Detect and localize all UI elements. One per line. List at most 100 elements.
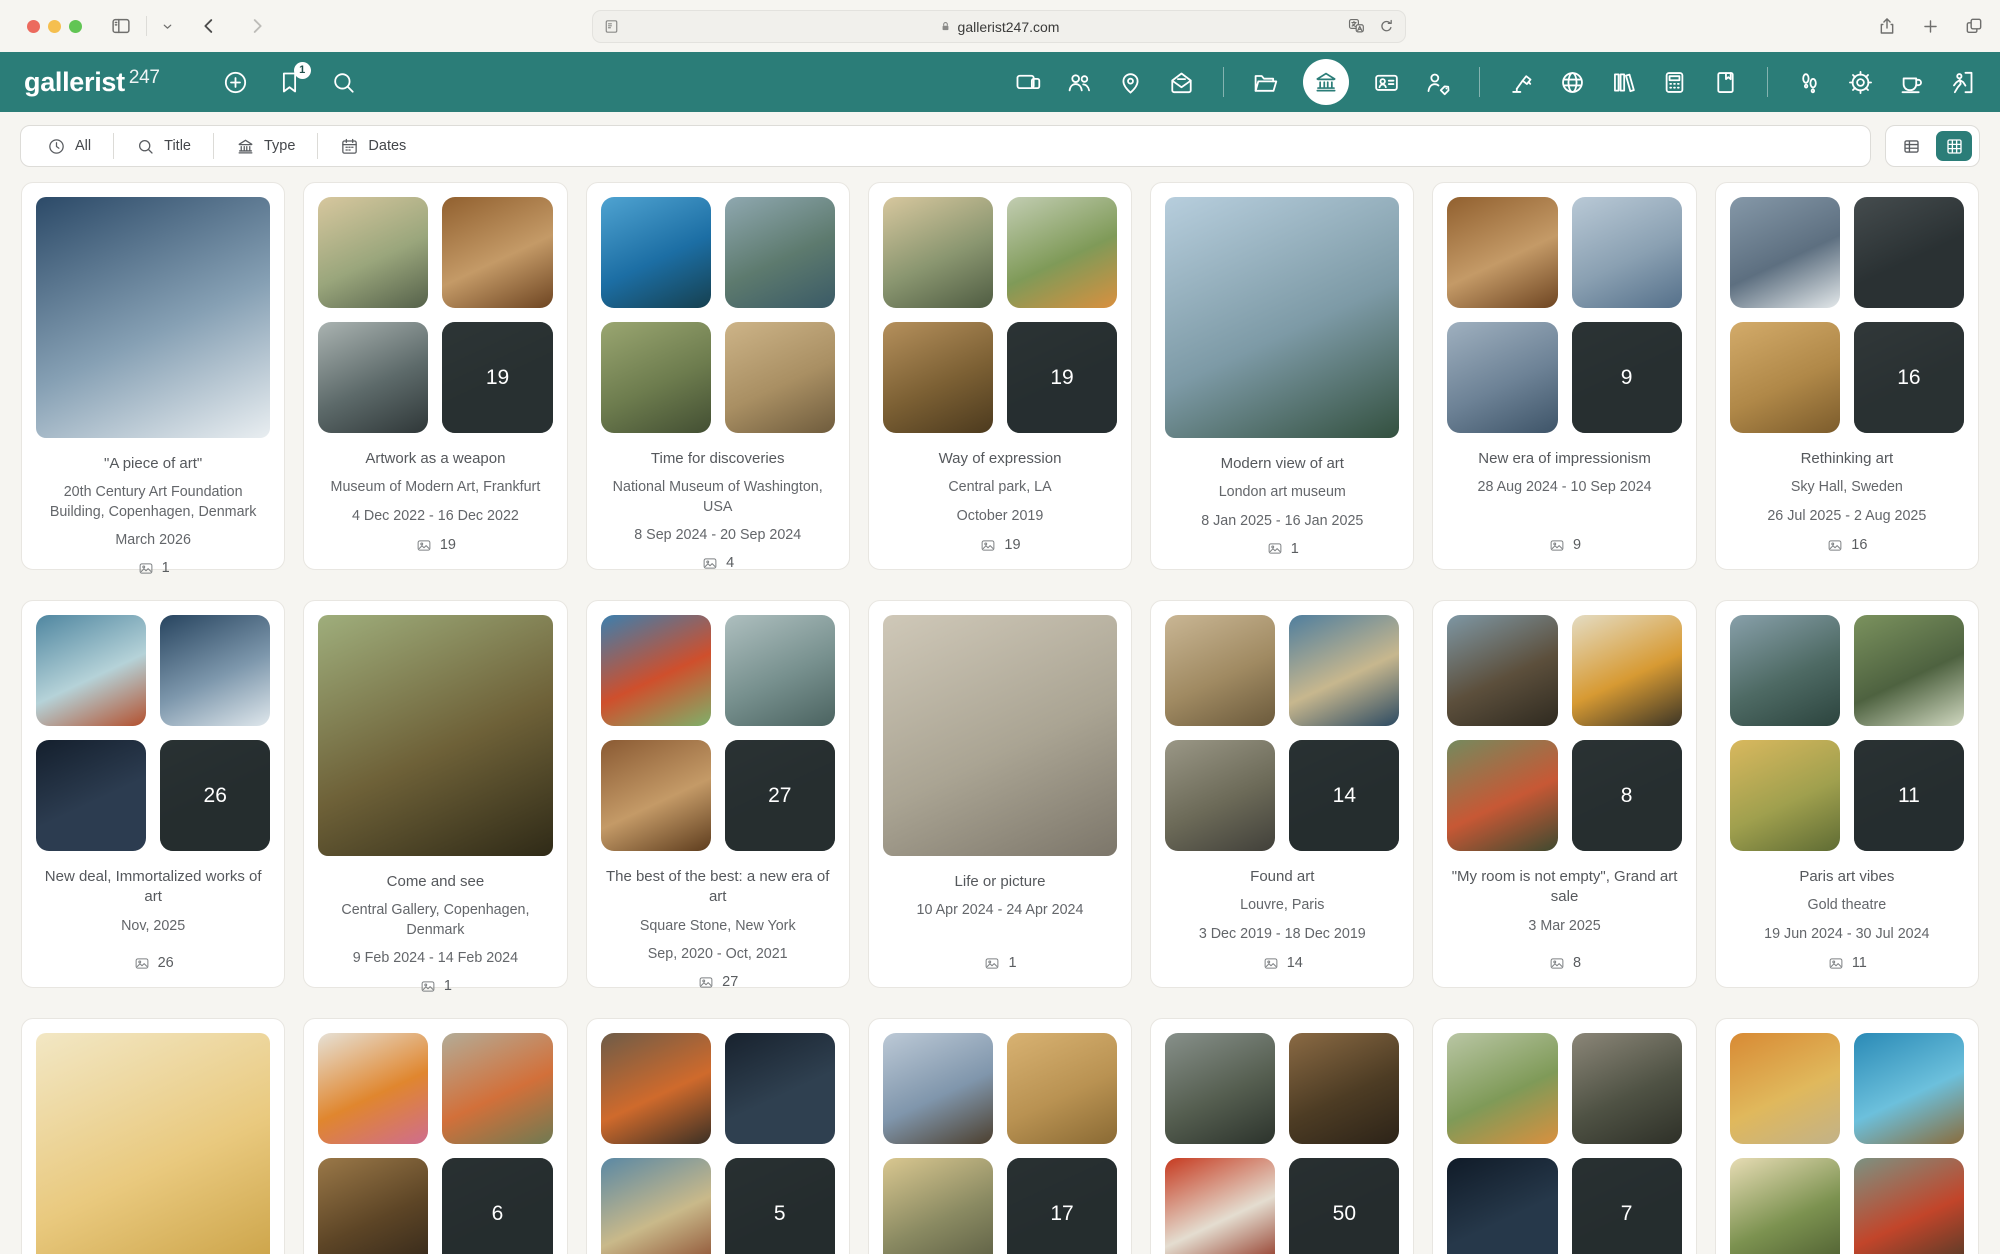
misty-lake-figure-thumb[interactable]	[725, 615, 835, 726]
more-images-overlay[interactable]: 7	[1572, 1158, 1682, 1254]
winter-village-thumb[interactable]	[1572, 197, 1682, 308]
exit-icon[interactable]	[1949, 69, 1976, 96]
snowy-houses-thumb[interactable]	[1447, 322, 1557, 433]
lamp-icon[interactable]	[1508, 69, 1535, 96]
blue-room-cabinet-thumb[interactable]	[601, 1158, 711, 1254]
tab-overview-icon[interactable]	[1964, 16, 1984, 36]
exhibition-card[interactable]: "A piece of art"20th Century Art Foundat…	[21, 182, 285, 570]
more-images-overlay[interactable]: 8	[1572, 740, 1682, 851]
bookmark-icon[interactable]: 1	[276, 69, 303, 96]
woman-in-dress-thumb[interactable]	[1572, 1033, 1682, 1144]
filter-all-button[interactable]: All	[25, 126, 113, 166]
exhibition-card[interactable]: Come and seeCentral Gallery, Copenhagen,…	[303, 600, 567, 988]
more-images-overlay[interactable]: 27	[725, 740, 835, 851]
lake-landscape-thumb[interactable]	[883, 197, 993, 308]
camel-rider-desert-thumb[interactable]	[1730, 322, 1840, 433]
search-icon[interactable]	[330, 69, 357, 96]
bear-behind-bars-thumb[interactable]	[1289, 1033, 1399, 1144]
boat-on-river-thumb[interactable]	[1730, 615, 1840, 726]
dim-winter-thumb[interactable]: 9	[1572, 322, 1682, 433]
more-images-overlay[interactable]: 50	[1289, 1158, 1399, 1254]
close-window-icon[interactable]	[27, 20, 40, 33]
app-logo[interactable]: gallerist247	[24, 67, 160, 98]
sunset-flower-field-thumb[interactable]	[1730, 740, 1840, 851]
pine-forest-clouds-thumb[interactable]	[1165, 197, 1399, 438]
colorful-bird-thumb[interactable]	[601, 615, 711, 726]
dim-path-thumb[interactable]: 14	[1289, 740, 1399, 851]
exhibition-card[interactable]: 11Paris art vibesGold theatre19 Jun 2024…	[1715, 600, 1979, 988]
exhibition-card[interactable]: 9New era of impressionism28 Aug 2024 - 1…	[1432, 182, 1696, 570]
forward-icon[interactable]	[246, 15, 268, 37]
translate-icon[interactable]	[1347, 17, 1366, 36]
settings-gear-icon[interactable]	[1847, 69, 1874, 96]
exhibition-card[interactable]: 19Way of expressionCentral park, LAOctob…	[868, 182, 1132, 570]
cafe-interior-thumb[interactable]	[1447, 615, 1557, 726]
exhibition-card[interactable]: 7	[1432, 1018, 1696, 1254]
tree-with-red-figure-thumb[interactable]	[1854, 615, 1964, 726]
dark-buildings-thumb[interactable]	[1854, 197, 1964, 308]
bear-by-fire-forest-thumb[interactable]	[601, 1033, 711, 1144]
snowy-village-night-thumb[interactable]	[36, 197, 270, 438]
screen-icon[interactable]	[1015, 69, 1042, 96]
dim-doorway-thumb[interactable]: 6	[442, 1158, 552, 1254]
green-tree-vintage-thumb[interactable]	[1730, 1158, 1840, 1254]
exhibition-card[interactable]: 8"My room is not empty", Grand art sale3…	[1432, 600, 1696, 988]
sea-cliffs-thumb[interactable]	[725, 197, 835, 308]
dim-shape-thumb[interactable]: 17	[1007, 1158, 1117, 1254]
snowy-street-dark-thumb[interactable]: 19	[442, 322, 552, 433]
exhibition-card[interactable]: Life or picture10 Apr 2024 - 24 Apr 2024…	[868, 600, 1132, 988]
exhibition-card[interactable]: 6	[303, 1018, 567, 1254]
dim-field-thumb[interactable]: 11	[1854, 740, 1964, 851]
filter-title-button[interactable]: Title	[114, 126, 213, 166]
minimize-window-icon[interactable]	[48, 20, 61, 33]
dim-night-thumb[interactable]: 26	[160, 740, 270, 851]
calculator-icon[interactable]	[1661, 69, 1688, 96]
footprints-icon[interactable]	[1796, 69, 1823, 96]
add-circle-icon[interactable]	[222, 69, 249, 96]
exhibition-card[interactable]	[1715, 1018, 1979, 1254]
more-images-overlay[interactable]: 6	[442, 1158, 552, 1254]
globe-icon[interactable]	[1559, 69, 1586, 96]
more-images-overlay[interactable]: 19	[442, 322, 552, 433]
man-in-garden-thumb[interactable]	[1447, 740, 1557, 851]
notebook-icon[interactable]	[1712, 69, 1739, 96]
dim-scene-thumb[interactable]: 50	[1289, 1158, 1399, 1254]
more-images-overlay[interactable]: 26	[160, 740, 270, 851]
mother-and-child-thumb[interactable]	[601, 740, 711, 851]
share-icon[interactable]	[1877, 16, 1897, 36]
snowy-lane-village-thumb[interactable]	[883, 1033, 993, 1144]
exhibition-card[interactable]: 26New deal, Immortalized works of artNov…	[21, 600, 285, 988]
lake-landscape-thumb[interactable]	[318, 197, 428, 308]
dim-trees-thumb[interactable]: 27	[725, 740, 835, 851]
museum-icon[interactable]	[1303, 59, 1349, 105]
mail-art-icon[interactable]	[1168, 69, 1195, 96]
autumn-tree-thumb[interactable]	[1730, 1033, 1840, 1144]
more-images-overlay[interactable]: 11	[1854, 740, 1964, 851]
filter-dates-button[interactable]: Dates	[318, 126, 428, 166]
exhibition-card[interactable]: 27The best of the best: a new era of art…	[586, 600, 850, 988]
sidebar-toggle-icon[interactable]	[110, 15, 132, 37]
users-icon[interactable]	[1066, 69, 1093, 96]
chevron-down-icon[interactable]	[161, 20, 174, 33]
dim-landscape-thumb[interactable]: 19	[1007, 322, 1117, 433]
moon-dark-sky-thumb[interactable]	[36, 740, 146, 851]
more-images-overlay[interactable]: 5	[725, 1158, 835, 1254]
ghost-figure-thumb[interactable]: 16	[1854, 322, 1964, 433]
user-tag-icon[interactable]	[1424, 69, 1451, 96]
elder-with-flowers-thumb[interactable]	[442, 1033, 552, 1144]
dim-wall-thumb[interactable]: 7	[1572, 1158, 1682, 1254]
dim-interior-thumb[interactable]: 5	[725, 1158, 835, 1254]
bee-flower-sketch-thumb[interactable]	[1572, 615, 1682, 726]
more-images-overlay[interactable]: 16	[1854, 322, 1964, 433]
boy-with-dog-thumb[interactable]	[442, 197, 552, 308]
bison-in-forest-thumb[interactable]	[883, 322, 993, 433]
more-images-overlay[interactable]: 9	[1572, 322, 1682, 433]
beetles-on-stones-thumb[interactable]	[1165, 615, 1275, 726]
torn-map-wall-thumb[interactable]	[318, 1033, 428, 1144]
elephant-landscape-thumb[interactable]	[883, 1158, 993, 1254]
winter-night-mountain-thumb[interactable]	[160, 615, 270, 726]
grid-view-button[interactable]	[1936, 131, 1972, 161]
boy-with-dog-thumb[interactable]	[1447, 197, 1557, 308]
more-images-overlay[interactable]: 17	[1007, 1158, 1117, 1254]
exhibition-card[interactable]: 14Found artLouvre, Paris3 Dec 2019 - 18 …	[1150, 600, 1414, 988]
